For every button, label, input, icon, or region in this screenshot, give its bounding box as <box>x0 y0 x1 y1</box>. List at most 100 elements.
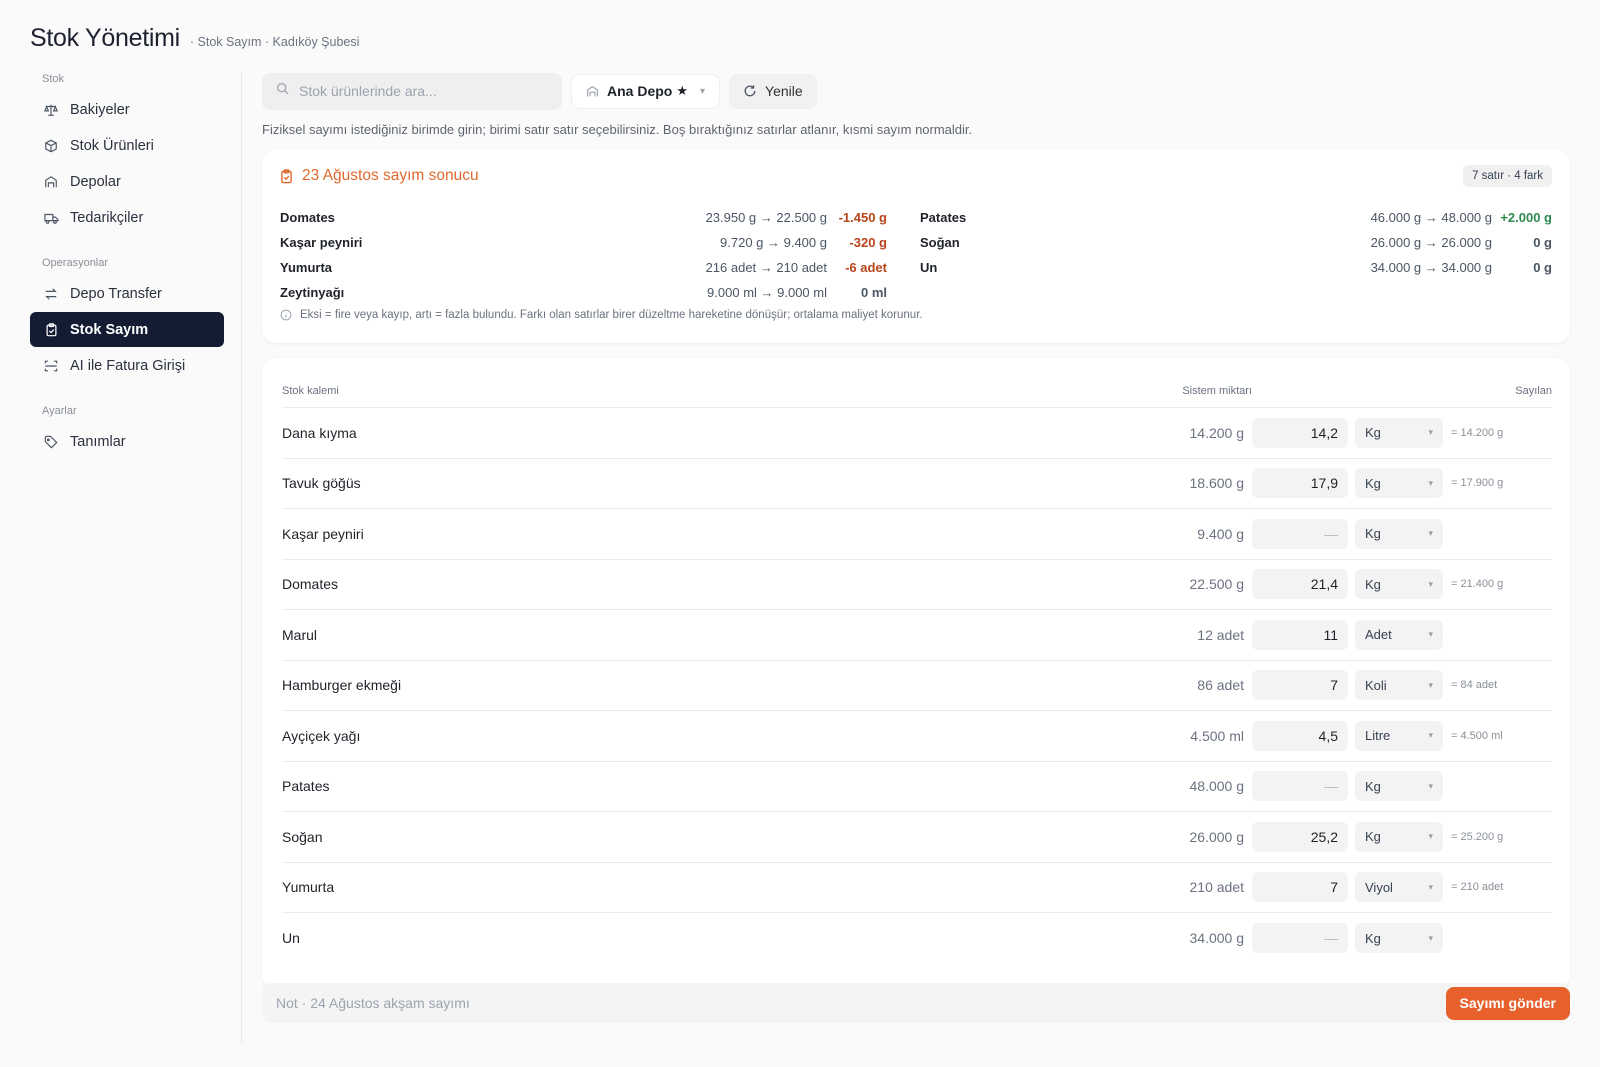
unit-select-label: Kg <box>1365 425 1381 441</box>
system-quantity: 9.400 g <box>1197 525 1244 542</box>
result-change: 34.000 g → 34.000 g <box>1370 260 1492 275</box>
counted-quantity-input[interactable]: — <box>1252 771 1348 802</box>
counted-quantity-input[interactable]: 4,5 <box>1252 720 1348 751</box>
depot-select[interactable]: Ana Depo ★ ▾ <box>572 74 720 108</box>
table-row: Patates 48.000 g — Kg ▾ <box>282 762 1552 812</box>
chevron-down-icon: ▾ <box>1428 427 1433 438</box>
converted-quantity: = 4.500 ml <box>1451 729 1503 742</box>
warehouse-icon <box>586 85 599 98</box>
stock-item-name: Un <box>282 930 300 947</box>
chevron-down-icon: ▾ <box>1428 578 1433 589</box>
clipboard-icon <box>42 321 60 339</box>
sidebar-section-ayarlar: Ayarlar <box>42 405 77 417</box>
table-row: Dana kıyma 14.200 g 14,2 Kg ▾ = 14.200 g <box>282 408 1552 459</box>
unit-select[interactable]: Kg ▾ <box>1355 569 1443 600</box>
note-input[interactable]: Not · 24 Ağustos akşam sayımı <box>276 995 470 1011</box>
sidebar-item-label: AI ile Fatura Girişi <box>70 357 186 374</box>
transfer-icon <box>42 285 60 303</box>
system-quantity: 86 adet <box>1197 677 1244 694</box>
submit-count-button[interactable]: Sayımı gönder <box>1445 986 1570 1020</box>
unit-select[interactable]: Koli ▾ <box>1355 670 1443 701</box>
result-diff: +2.000 g <box>1500 210 1552 225</box>
sidebar-section-operasyonlar: Operasyonlar <box>42 257 109 269</box>
stock-item-name: Tavuk göğüs <box>282 475 361 492</box>
converted-quantity: = 14.200 g <box>1451 426 1504 439</box>
result-change: 9.000 ml → 9.000 ml <box>707 285 827 300</box>
unit-select[interactable]: Litre ▾ <box>1355 720 1443 751</box>
search-box[interactable] <box>262 72 562 110</box>
result-diff: -320 g <box>849 235 887 250</box>
sidebar-item-label: Depolar <box>70 173 121 190</box>
result-item-name: Soğan <box>920 235 960 250</box>
result-change: 23.950 g → 22.500 g <box>705 210 827 225</box>
chevron-down-icon: ▾ <box>1428 629 1433 640</box>
chevron-down-icon: ▾ <box>1428 477 1433 488</box>
result-change: 9.720 g → 9.400 g <box>720 235 827 250</box>
sidebar-item-depo-transfer[interactable]: Depo Transfer <box>30 276 224 311</box>
sidebar-divider <box>241 72 242 1044</box>
unit-select[interactable]: Viyol ▾ <box>1355 872 1443 903</box>
chevron-down-icon: ▾ <box>700 85 706 97</box>
sidebar-item-stok-urunleri[interactable]: Stok Ürünleri <box>30 128 224 163</box>
unit-select[interactable]: Kg ▾ <box>1355 771 1443 802</box>
table-row: Domates 22.500 g 21,4 Kg ▾ = 21.400 g <box>282 560 1552 610</box>
unit-select-label: Kg <box>1365 829 1381 845</box>
unit-select[interactable]: Kg ▾ <box>1355 821 1443 852</box>
system-quantity: 210 adet <box>1189 879 1245 896</box>
chevron-down-icon: ▾ <box>1428 831 1433 842</box>
counted-quantity-input[interactable]: — <box>1252 518 1348 549</box>
counted-quantity-input[interactable]: 17,9 <box>1252 468 1348 499</box>
system-quantity: 4.500 ml <box>1190 727 1244 744</box>
result-title: 23 Ağustos sayım sonucu <box>280 167 479 185</box>
sidebar-item-depolar[interactable]: Depolar <box>30 164 224 199</box>
stock-item-name: Ayçiçek yağı <box>282 727 361 744</box>
sidebar-item-label: Bakiyeler <box>70 101 130 118</box>
system-quantity: 22.500 g <box>1189 576 1245 593</box>
table-row: Tavuk göğüs 18.600 g 17,9 Kg ▾ = 17.900 g <box>282 459 1552 509</box>
main-content: Ana Depo ★ ▾ Yenile Fiziksel sayımı iste… <box>262 72 1570 989</box>
sidebar-item-ai-fatura[interactable]: AI ile Fatura Girişi <box>30 348 224 383</box>
result-row: Un 34.000 g → 34.000 g 0 g <box>920 255 1552 280</box>
scale-icon <box>42 101 60 119</box>
unit-select[interactable]: Kg ▾ <box>1355 923 1443 954</box>
counted-quantity-input[interactable]: 11 <box>1252 619 1348 650</box>
result-count-badge: 7 satır · 4 fark <box>1463 165 1552 187</box>
unit-select[interactable]: Kg ▾ <box>1355 468 1443 499</box>
result-change: 216 adet → 210 adet <box>705 260 827 275</box>
result-title-text: 23 Ağustos sayım sonucu <box>302 167 479 184</box>
result-row: Soğan 26.000 g → 26.000 g 0 g <box>920 230 1552 255</box>
column-header-system: Sistem miktarı <box>1182 385 1252 397</box>
sidebar-item-stok-sayim[interactable]: Stok Sayım <box>30 312 224 347</box>
unit-select[interactable]: Kg ▾ <box>1355 518 1443 549</box>
counted-quantity-input[interactable]: 7 <box>1252 872 1348 903</box>
unit-select[interactable]: Adet ▾ <box>1355 619 1443 650</box>
counted-quantity-input[interactable]: 7 <box>1252 670 1348 701</box>
clipboard-icon <box>280 168 293 184</box>
counted-quantity-input[interactable]: 25,2 <box>1252 821 1348 852</box>
refresh-button[interactable]: Yenile <box>729 73 817 109</box>
sidebar-item-tedarikciler[interactable]: Tedarikçiler <box>30 200 224 235</box>
system-quantity: 26.000 g <box>1189 828 1245 845</box>
chevron-down-icon: ▾ <box>1428 730 1433 741</box>
sidebar-item-bakiyeler[interactable]: Bakiyeler <box>30 92 224 127</box>
converted-quantity: = 210 adet <box>1451 881 1504 894</box>
result-item-name: Domates <box>280 210 335 225</box>
result-item-name: Kaşar peyniri <box>280 235 363 250</box>
unit-select[interactable]: Kg ▾ <box>1355 417 1443 448</box>
counted-quantity-input[interactable]: 21,4 <box>1252 569 1348 600</box>
table-row: Yumurta 210 adet 7 Viyol ▾ = 210 adet <box>282 863 1552 913</box>
unit-select-label: Kg <box>1365 576 1381 592</box>
count-result-card: 23 Ağustos sayım sonucu 7 satır · 4 fark… <box>262 149 1570 343</box>
system-quantity: 48.000 g <box>1189 778 1245 795</box>
table-row: Un 34.000 g — Kg ▾ <box>282 913 1552 964</box>
sidebar-item-tanimlar[interactable]: Tanımlar <box>30 424 224 459</box>
unit-select-label: Kg <box>1365 526 1381 542</box>
result-item-name: Yumurta <box>280 260 333 275</box>
stock-item-name: Patates <box>282 778 330 795</box>
counted-quantity-input[interactable]: 14,2 <box>1252 417 1348 448</box>
counted-quantity-input[interactable]: — <box>1252 923 1348 954</box>
unit-select-label: Kg <box>1365 475 1381 491</box>
stock-item-name: Soğan <box>282 828 323 845</box>
stock-item-name: Hamburger ekmeği <box>282 677 402 694</box>
search-input[interactable] <box>299 83 539 99</box>
